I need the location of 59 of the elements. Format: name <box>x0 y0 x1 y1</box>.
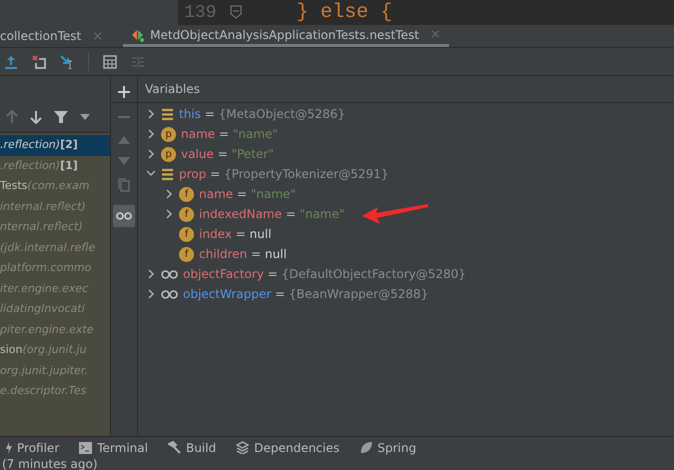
variable-entry[interactable]: prop = {PropertyTokenizer@5291} <box>179 167 389 181</box>
variable-entry[interactable]: index = null <box>199 227 272 241</box>
expand-icon[interactable] <box>165 189 173 199</box>
variable-entry[interactable]: objectFactory = {DefaultObjectFactory@5280} <box>183 267 466 281</box>
member-badge: f <box>179 226 194 242</box>
stack-frame[interactable]: .reflection)[1] <box>0 156 110 176</box>
upload-icon[interactable] <box>4 54 18 68</box>
expand-icon[interactable] <box>147 289 155 299</box>
leaf-icon <box>360 441 372 454</box>
variable-entry[interactable]: indexedName = "name" <box>199 207 345 221</box>
stack-frame[interactable]: Tests(com.exam <box>0 176 110 196</box>
watch-icon <box>161 270 178 278</box>
terminal-icon <box>79 442 92 454</box>
plus-icon[interactable] <box>118 86 130 98</box>
tool-window-button[interactable]: Terminal <box>79 440 148 454</box>
variable-entry[interactable]: children = null <box>199 247 287 261</box>
fold-icon <box>230 4 242 20</box>
object-icon <box>161 168 174 180</box>
tool-window-button[interactable]: Spring <box>360 440 416 454</box>
code-line: } else { <box>296 1 392 24</box>
variable-entry[interactable]: value = "Peter" <box>181 147 274 161</box>
panel-title: Variables <box>145 82 200 96</box>
test-run-icon <box>131 28 146 42</box>
variable-entry[interactable]: name = "name" <box>181 127 278 141</box>
table-icon[interactable] <box>103 54 117 68</box>
variable-entry[interactable]: this = {MetaObject@5286} <box>179 107 346 121</box>
tool-window-button[interactable]: Dependencies <box>236 440 340 454</box>
expand-icon[interactable] <box>147 129 155 139</box>
tool-window-button[interactable]: Build <box>168 440 216 454</box>
watch-icon <box>161 290 178 298</box>
member-badge: f <box>179 246 194 262</box>
variable-entry[interactable]: name = "name" <box>199 187 296 201</box>
profiler-icon <box>6 442 12 454</box>
expand-icon[interactable] <box>147 109 155 119</box>
object-icon <box>161 108 174 120</box>
variable-entry[interactable]: objectWrapper = {BeanWrapper@5288} <box>183 287 428 301</box>
show-watches-button[interactable] <box>113 205 135 227</box>
expand-icon[interactable] <box>147 149 155 159</box>
line-number: 139 <box>184 2 216 22</box>
layers-icon <box>236 441 250 454</box>
expand-icon[interactable] <box>165 209 173 219</box>
hammer-icon <box>168 441 181 454</box>
arrow-down-icon[interactable] <box>30 110 42 124</box>
member-badge: f <box>179 186 194 202</box>
member-badge: p <box>161 146 176 162</box>
tab[interactable]: collectionTest × <box>0 25 112 47</box>
glasses-icon <box>116 212 132 220</box>
filter-icon[interactable] <box>54 110 68 124</box>
collapse-icon[interactable] <box>147 169 155 179</box>
stack-frame[interactable]: sion(org.junit.ju <box>0 340 110 360</box>
stack-frame[interactable]: .reflection)[2] <box>0 135 110 156</box>
step-icon[interactable] <box>60 54 74 68</box>
restore-icon[interactable] <box>32 54 46 68</box>
member-badge: f <box>179 206 194 222</box>
member-badge: p <box>161 126 176 142</box>
tool-window-button[interactable]: Profiler <box>6 440 60 454</box>
caret-icon[interactable] <box>80 114 90 120</box>
tab[interactable]: MetdObjectAnalysisApplicationTests.nestTest × <box>123 25 449 47</box>
expand-icon[interactable] <box>147 269 155 279</box>
